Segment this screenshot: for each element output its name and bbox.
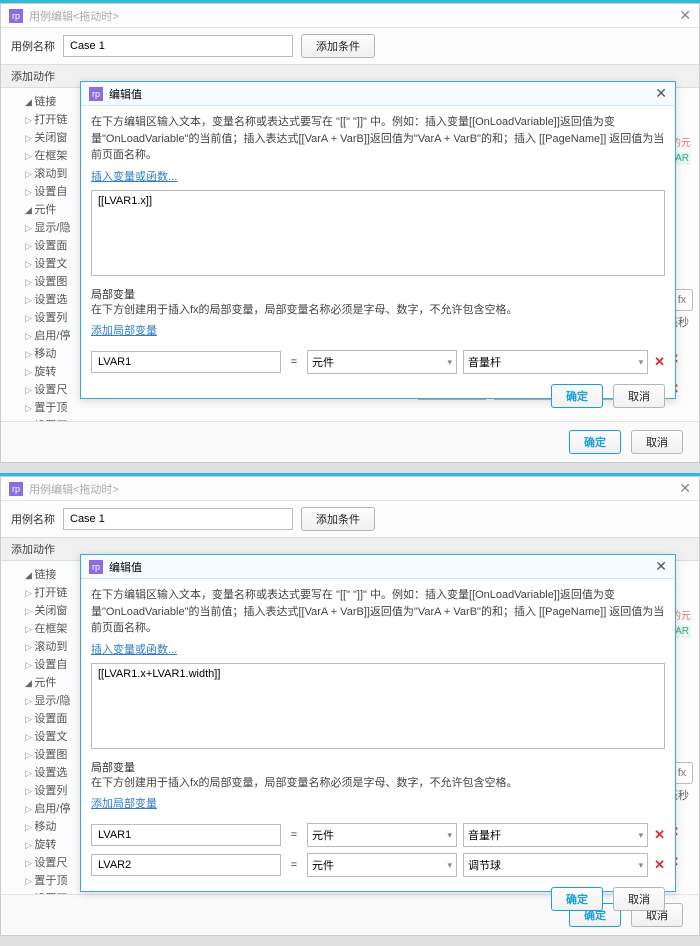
app-icon: rp [89,87,103,101]
ok-button[interactable]: 确定 [551,887,603,911]
app-icon: rp [89,560,103,574]
case-name-label: 用例名称 [11,511,55,527]
add-local-var-link[interactable]: 添加局部变量 [91,322,157,338]
insert-var-link[interactable]: 插入变量或函数... [91,168,177,184]
expression-help: 在下方编辑区输入文本，变量名称或表达式要写在 "[[" "]]" 中。例如：插入… [91,114,665,164]
add-condition-button[interactable]: 添加条件 [301,507,375,531]
cancel-button[interactable]: 取消 [613,887,665,911]
equals-label: = [287,829,301,841]
delete-icon[interactable]: ✕ [654,827,665,843]
chevron-down-icon: ▾ [447,860,452,871]
cancel-button[interactable]: 取消 [613,384,665,408]
local-vars-help: 在下方创建用于插入fx的局部变量，局部变量名称必须是字母、数字，不允许包含空格。 [91,775,665,792]
ok-button[interactable]: 确定 [569,430,621,454]
window-title: 用例编辑<拖动时> [29,481,119,497]
add-local-var-link[interactable]: 添加局部变量 [91,795,157,811]
var-type-select[interactable]: 元件▾ [307,350,457,374]
dialog-title: 编辑值 [109,559,142,575]
var-name-input[interactable] [91,854,281,876]
chevron-down-icon: ▾ [447,830,452,841]
var-target-select[interactable]: 音量杆▾ [463,350,648,374]
edit-value-dialog: rp 编辑值 ✕ 在下方编辑区输入文本，变量名称或表达式要写在 "[[" "]]… [80,554,676,892]
chevron-down-icon: ▾ [447,357,452,368]
delete-icon[interactable]: ✕ [654,354,665,370]
screenshot-1: rp 用例编辑<拖动时> ✕ 用例名称 添加条件 添加动作 链接 打开链 关闭窗… [0,3,700,463]
var-name-input[interactable] [91,351,281,373]
add-condition-button[interactable]: 添加条件 [301,34,375,58]
screenshot-2: rp 用例编辑<拖动时> ✕ 用例名称 添加条件 添加动作 链接 打开链 关闭窗… [0,476,700,936]
case-name-input[interactable] [63,508,293,530]
var-target-select[interactable]: 调节球▾ [463,853,648,877]
local-vars-title: 局部变量 [91,286,665,302]
window-title: 用例编辑<拖动时> [29,8,119,24]
local-var-row: = 元件▾ 音量杆▾ ✕ [91,823,665,847]
chevron-down-icon: ▾ [639,860,644,871]
local-var-row: = 元件▾ 音量杆▾ ✕ [91,350,665,374]
case-name-input[interactable] [63,35,293,57]
close-icon[interactable]: ✕ [679,480,691,497]
expression-textarea[interactable]: [[LVAR1.x]] [91,190,665,276]
equals-label: = [287,859,301,871]
close-icon[interactable]: ✕ [655,85,667,102]
ok-button[interactable]: 确定 [551,384,603,408]
local-vars-help: 在下方创建用于插入fx的局部变量，局部变量名称必须是字母、数字，不允许包含空格。 [91,302,665,319]
expression-textarea[interactable]: [[LVAR1.x+LVAR1.width]] [91,663,665,749]
local-vars-title: 局部变量 [91,759,665,775]
case-name-label: 用例名称 [11,38,55,54]
window-titlebar: rp 用例编辑<拖动时> ✕ [1,477,699,501]
var-type-select[interactable]: 元件▾ [307,853,457,877]
dialog-title: 编辑值 [109,86,142,102]
var-name-input[interactable] [91,824,281,846]
close-icon[interactable]: ✕ [655,558,667,575]
var-target-select[interactable]: 音量杆▾ [463,823,648,847]
equals-label: = [287,356,301,368]
edit-value-dialog: rp 编辑值 ✕ 在下方编辑区输入文本，变量名称或表达式要写在 "[[" "]]… [80,81,676,399]
delete-icon[interactable]: ✕ [654,857,665,873]
cancel-button[interactable]: 取消 [631,430,683,454]
chevron-down-icon: ▾ [639,830,644,841]
app-icon: rp [9,482,23,496]
var-type-select[interactable]: 元件▾ [307,823,457,847]
window-titlebar: rp 用例编辑<拖动时> ✕ [1,4,699,28]
close-icon[interactable]: ✕ [679,7,691,24]
app-icon: rp [9,9,23,23]
expression-help: 在下方编辑区输入文本，变量名称或表达式要写在 "[[" "]]" 中。例如：插入… [91,587,665,637]
insert-var-link[interactable]: 插入变量或函数... [91,641,177,657]
chevron-down-icon: ▾ [639,357,644,368]
local-var-row: = 元件▾ 调节球▾ ✕ [91,853,665,877]
